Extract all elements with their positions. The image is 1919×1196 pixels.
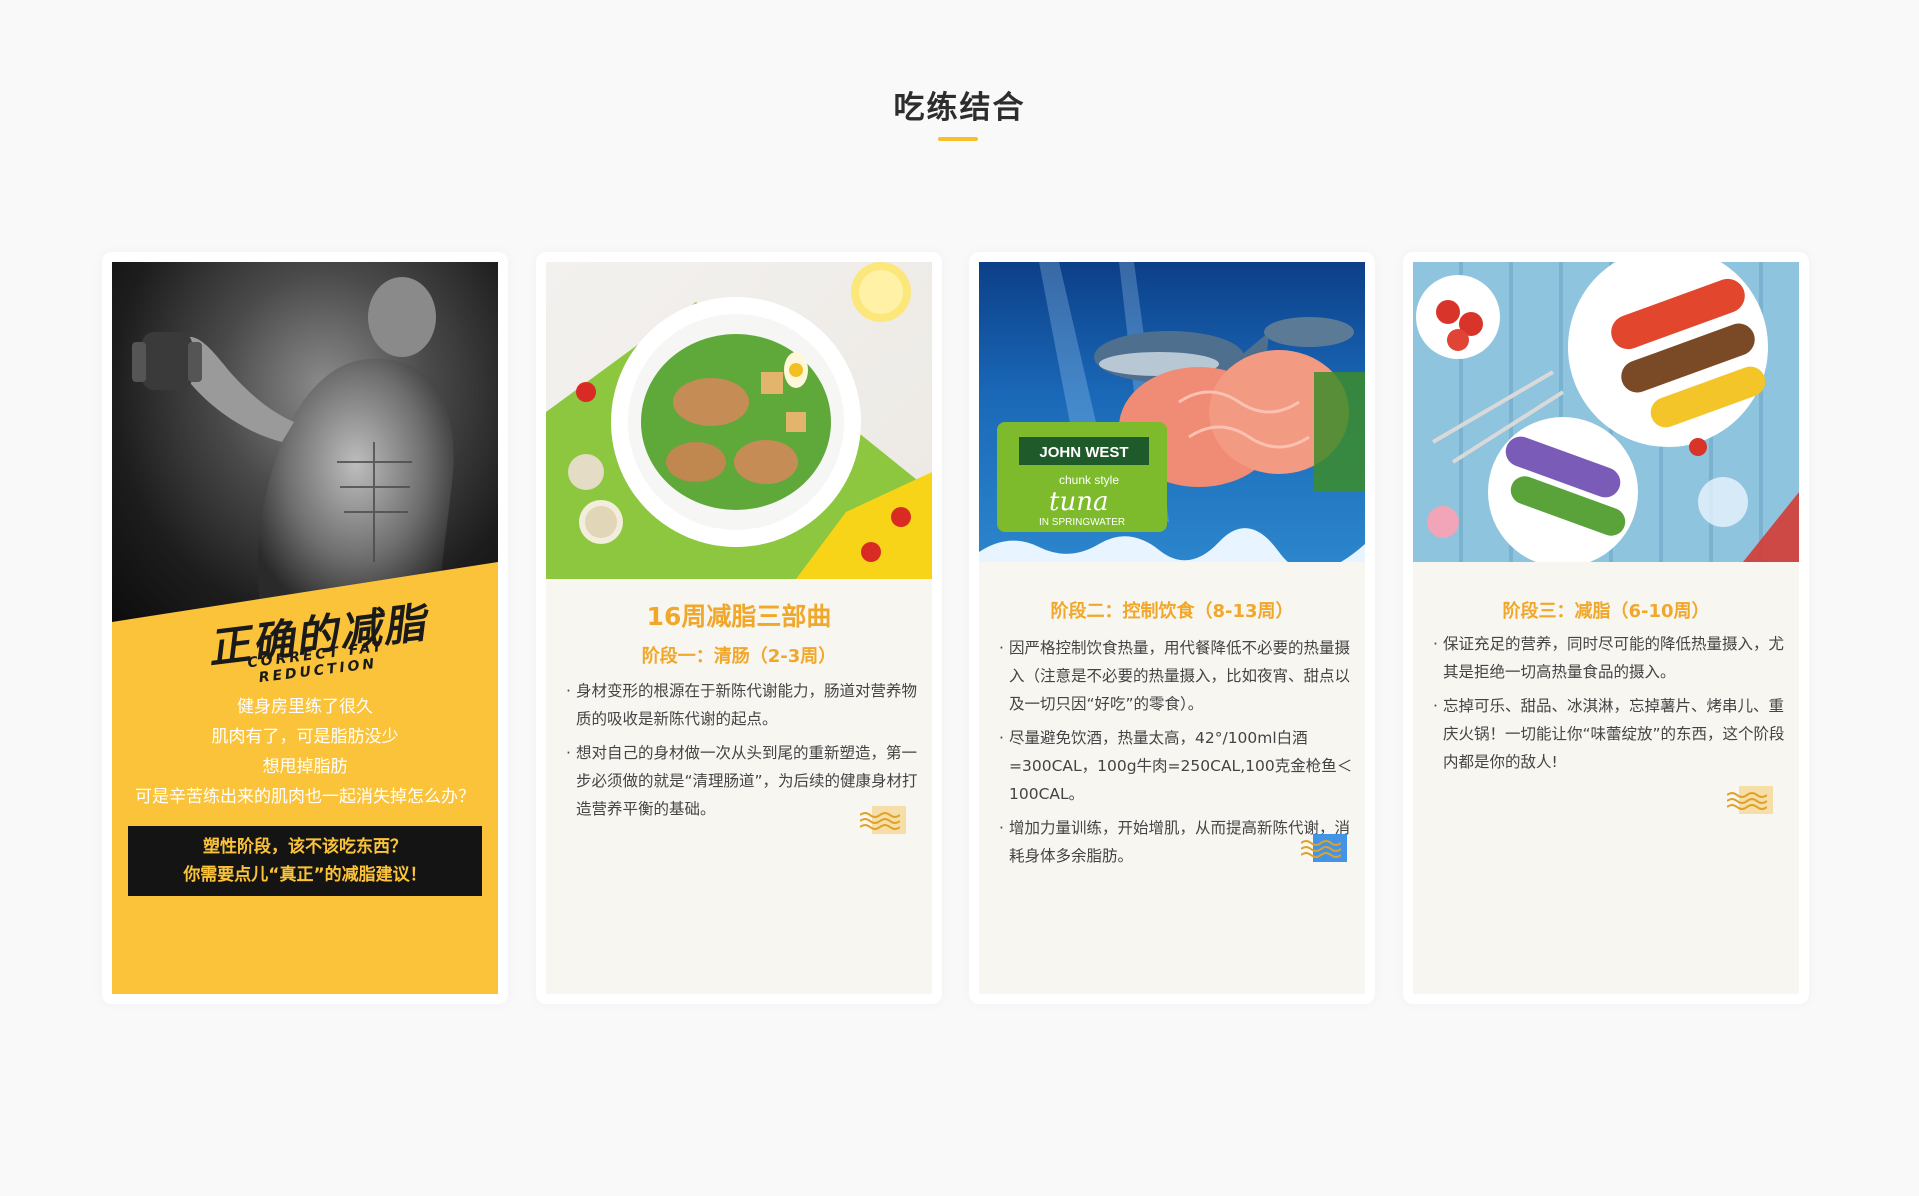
card-title: 16周减脂三部曲 xyxy=(646,602,832,631)
salad-photo xyxy=(546,262,932,579)
card-inner: 正确的减脂 CORRECT FAT REDUCTION 健身房里练了很久 肌肉有… xyxy=(112,262,498,994)
card-stage-two: JOHN WEST chunk style tuna IN SPRINGWATE… xyxy=(969,252,1375,1004)
dessert-illustration xyxy=(1416,262,1799,562)
product-sub: IN SPRINGWATER xyxy=(1039,517,1125,528)
card-stage-three: 阶段三：减脂（6-10周） 保证充足的营养，同时尽可能的降低热量摄入，尤其是拒绝… xyxy=(1403,252,1809,1004)
card-inner: 阶段三：减脂（6-10周） 保证充足的营养，同时尽可能的降低热量摄入，尤其是拒绝… xyxy=(1413,262,1799,994)
cta-line: 塑性阶段，该不该吃东西？ xyxy=(203,837,407,857)
bullet-item: 身材变形的根源在于新陈代谢能力，肠道对营养物质的吸收是新陈代谢的起点。 xyxy=(566,677,922,733)
bullet-item: 因严格控制饮食热量，用代餐降低不必要的热量摄入（注意是不必要的热量摄入，比如夜宵… xyxy=(999,634,1355,718)
card-subtitle: 阶段一：清肠（2-3周） xyxy=(641,646,837,667)
bullet-item: 尽量避免饮酒，热量太高，42°/100ml白酒=300CAL，100g牛肉=25… xyxy=(999,724,1355,808)
intro-line: 想甩掉脂肪 xyxy=(262,757,348,777)
intro-text: 健身房里练了很久 肌肉有了，可是脂肪没少 想甩掉脂肪 可是辛苦练出来的肌肉也一起… xyxy=(112,692,498,812)
brand-text: JOHN WEST xyxy=(1039,444,1128,461)
wave-icon xyxy=(1301,840,1341,858)
section-title: 吃练结合 xyxy=(893,90,1026,126)
cta-box[interactable]: 塑性阶段，该不该吃东西？ 你需要点儿“真正”的减脂建议！ xyxy=(128,826,482,896)
bullet-list: 保证充足的营养，同时尽可能的降低热量摄入，尤其是拒绝一切高热量食品的摄入。 忘掉… xyxy=(1433,630,1789,782)
wave-icon xyxy=(860,812,900,830)
product-text: chunk style xyxy=(1059,473,1119,487)
card-subtitle: 阶段三：减脂（6-10周） xyxy=(1502,601,1710,622)
muscle-man-illustration xyxy=(132,277,454,622)
bullet-item: 保证充足的营养，同时尽可能的降低热量摄入，尤其是拒绝一切高热量食品的摄入。 xyxy=(1433,630,1789,686)
fitness-photo xyxy=(112,262,498,622)
product-name: tuna xyxy=(1049,487,1108,517)
intro-line: 肌肉有了，可是脂肪没少 xyxy=(211,727,399,747)
wave-decoration xyxy=(1301,834,1347,862)
card-inner: 16周减脂三部曲 阶段一：清肠（2-3周） 身材变形的根源在于新陈代谢能力，肠道… xyxy=(546,262,932,994)
intro-line: 可是辛苦练出来的肌肉也一起消失掉怎么办？ xyxy=(135,787,475,807)
wave-decoration xyxy=(860,806,906,834)
bullet-item: 忘掉可乐、甜品、冰淇淋，忘掉薯片、烤串儿、重庆火锅！一切能让你“味蕾绽放”的东西… xyxy=(1433,692,1789,776)
card-inner: JOHN WEST chunk style tuna IN SPRINGWATE… xyxy=(979,262,1365,994)
tuna-photo: JOHN WEST chunk style tuna IN SPRINGWATE… xyxy=(979,262,1365,562)
title-underline xyxy=(938,137,978,141)
card-stage-one: 16周减脂三部曲 阶段一：清肠（2-3周） 身材变形的根源在于新陈代谢能力，肠道… xyxy=(536,252,942,1004)
intro-line: 健身房里练了很久 xyxy=(237,697,373,717)
tuna-illustration: JOHN WEST chunk style tuna IN SPRINGWATE… xyxy=(979,262,1365,562)
wave-icon xyxy=(1727,792,1767,810)
page: 吃练结合 正确的减脂 CORRECT FAT REDUCTION 健身房里练了很… xyxy=(0,0,1919,1196)
card-subtitle: 阶段二：控制饮食（8-13周） xyxy=(1050,601,1294,622)
card-fat-reduction-intro: 正确的减脂 CORRECT FAT REDUCTION 健身房里练了很久 肌肉有… xyxy=(102,252,508,1004)
cta-line: 你需要点儿“真正”的减脂建议！ xyxy=(183,865,427,885)
dessert-photo xyxy=(1413,262,1799,562)
salad-illustration xyxy=(546,262,932,579)
wave-decoration xyxy=(1727,786,1773,814)
